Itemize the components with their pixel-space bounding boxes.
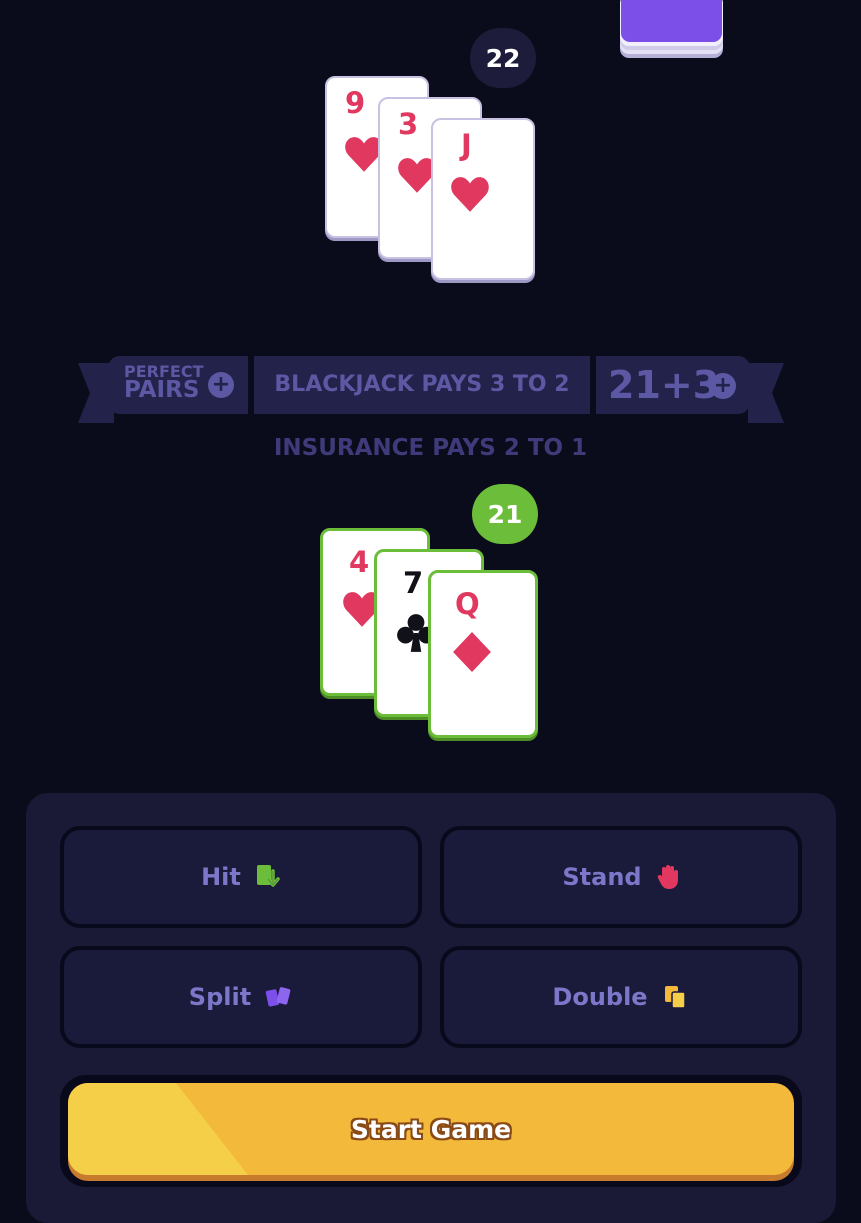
double-label: Double (552, 983, 648, 1011)
player-score-badge: 21 (472, 484, 538, 544)
card-rank: 7 (403, 566, 424, 600)
blackjack-pays-label: BLACKJACK PAYS 3 TO 2 (274, 372, 570, 397)
side-bet-21-3-label: 21+3 (608, 363, 720, 407)
add-perfect-pairs-icon: + (208, 372, 234, 398)
perfect-pairs-button[interactable]: PERFECT PAIRS + (112, 356, 248, 414)
card-rank: 9 (345, 86, 366, 120)
heart-icon (451, 177, 489, 212)
stand-label: Stand (562, 863, 642, 891)
dealer-score-badge: 22 (470, 28, 536, 88)
button-shine (68, 1083, 248, 1175)
ribbon-right-end (748, 363, 784, 423)
double-button[interactable]: Double (440, 946, 802, 1048)
stand-button[interactable]: Stand (440, 826, 802, 928)
add-21-3-icon: + (710, 373, 736, 399)
card-deck (620, 0, 724, 60)
split-cards-icon (266, 987, 291, 1007)
card-rank: J (461, 128, 472, 162)
insurance-text: INSURANCE PAYS 2 TO 1 (273, 435, 588, 461)
banner-divider (590, 356, 596, 414)
side-bet-21-3-button[interactable]: 21+3 + (598, 356, 748, 414)
card-rank: 4 (349, 545, 370, 579)
split-label: Split (188, 983, 252, 1011)
card-rank: 3 (398, 107, 419, 141)
hand-icon (657, 865, 678, 889)
hit-button[interactable]: Hit (60, 826, 422, 928)
start-game-label: Start Game (350, 1114, 512, 1144)
banner-divider (248, 356, 254, 414)
player-score: 21 (487, 499, 523, 529)
diamond-icon (453, 632, 491, 672)
hit-label: Hit (201, 863, 241, 891)
dealer-score: 22 (485, 43, 521, 73)
card-rank: Q (455, 587, 480, 621)
split-button[interactable]: Split (60, 946, 422, 1048)
perfect-pairs-label-bottom: PAIRS (124, 377, 200, 403)
player-card-3: Q (428, 570, 538, 738)
dealer-card-3: J (431, 118, 535, 280)
hit-card-icon (256, 865, 280, 887)
double-cards-icon (664, 986, 686, 1009)
start-game-button[interactable]: Start Game (68, 1083, 794, 1175)
